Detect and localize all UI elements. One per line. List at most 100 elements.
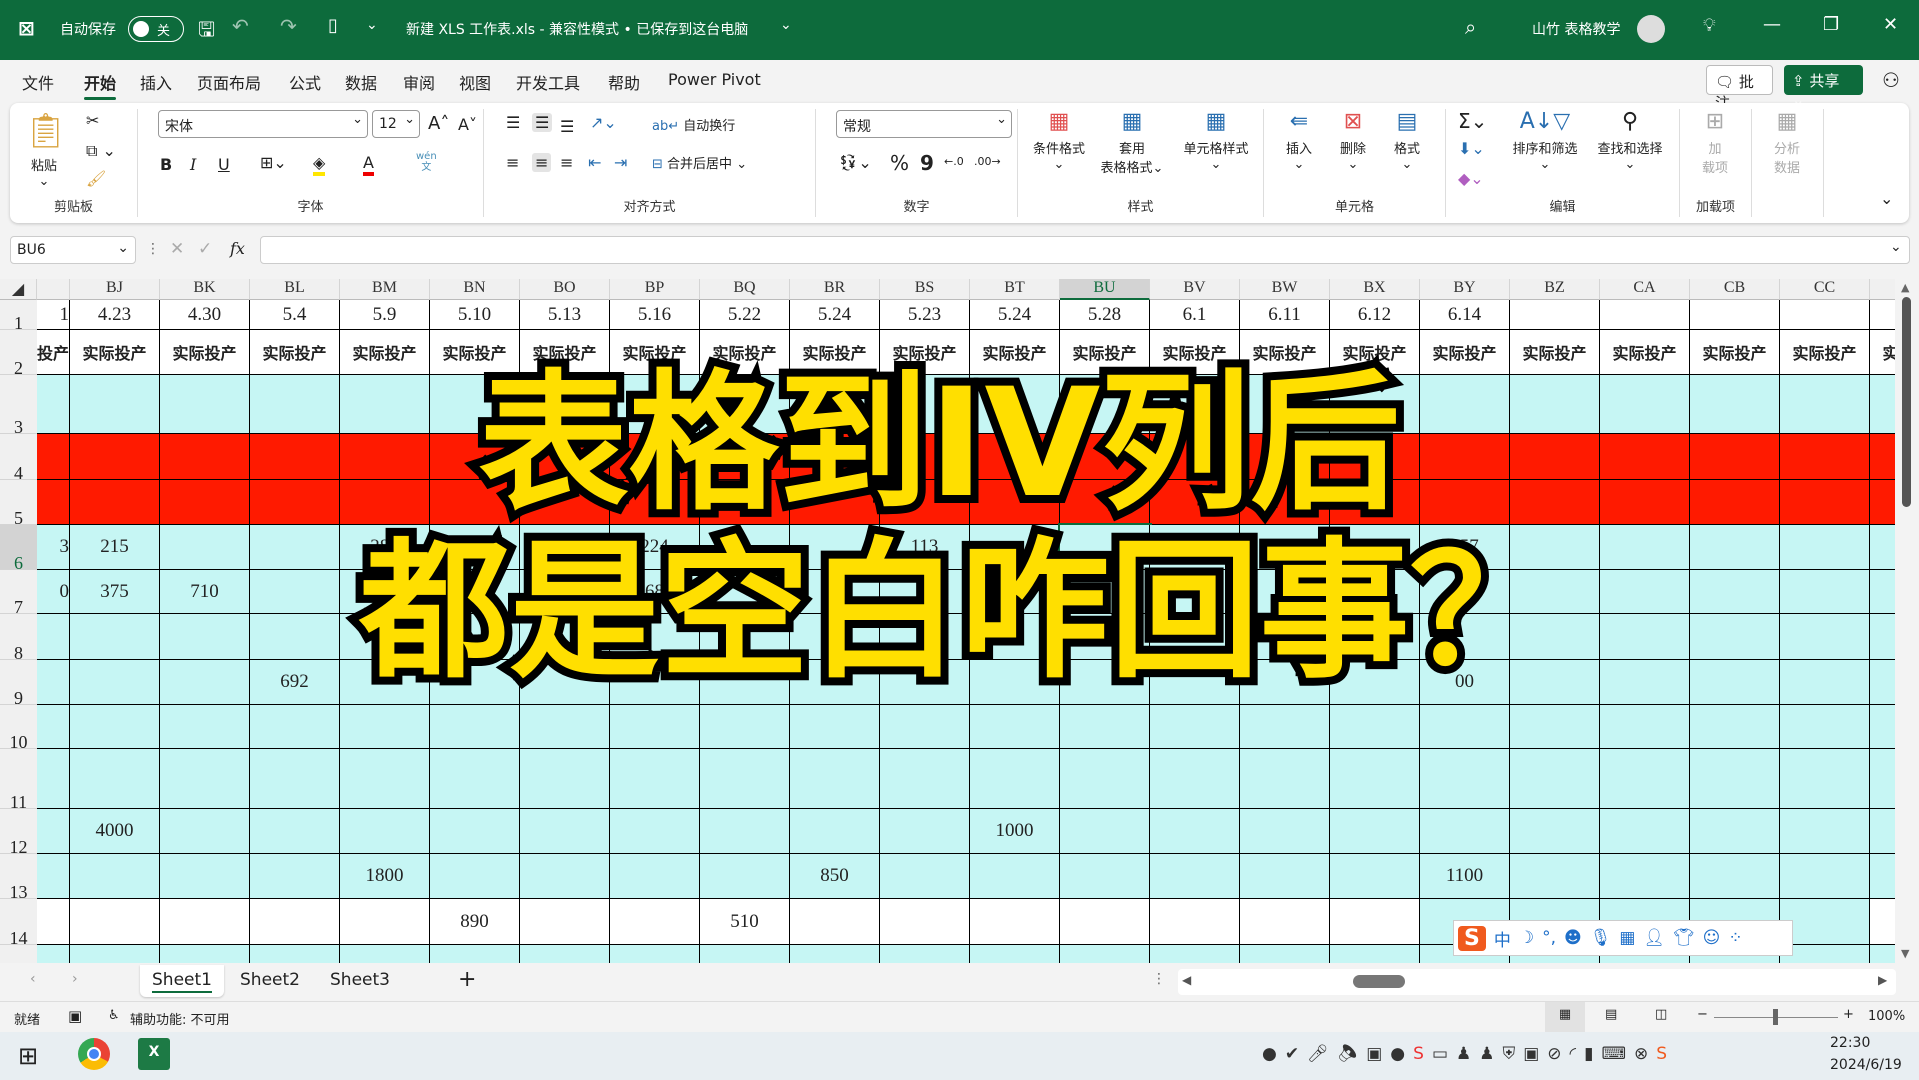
- cell-BU6[interactable]: [1058, 523, 1152, 572]
- cell-CA11[interactable]: [1600, 749, 1690, 809]
- cell-BM1[interactable]: 5.9: [340, 300, 430, 330]
- cell-BN3[interactable]: [430, 375, 520, 434]
- cell-BO4[interactable]: [520, 434, 610, 480]
- row-header-11[interactable]: 11: [0, 749, 37, 812]
- cell-BO5[interactable]: [520, 480, 610, 525]
- cell-BO15[interactable]: [520, 945, 610, 963]
- cell-BX12[interactable]: [1330, 809, 1420, 854]
- row-header-10[interactable]: 10: [0, 705, 37, 752]
- cell-BL8[interactable]: [250, 614, 340, 660]
- column-header-BV[interactable]: BV: [1150, 279, 1240, 300]
- column-header-BX[interactable]: BX: [1330, 279, 1420, 300]
- cell-BO9[interactable]: [520, 660, 610, 705]
- font-name-select[interactable]: 宋体: [158, 110, 368, 138]
- row-header-4[interactable]: 4: [0, 434, 37, 483]
- cell-BS7[interactable]: [880, 570, 970, 614]
- ime-mode[interactable]: 中: [1494, 926, 1511, 951]
- more-icon[interactable]: ⋮: [146, 241, 160, 257]
- scroll-down-icon[interactable]: ▼: [1901, 947, 1909, 960]
- cell-BR7[interactable]: [790, 570, 880, 614]
- autosave-toggle[interactable]: 关: [128, 16, 184, 42]
- excel-taskbar-icon[interactable]: X: [138, 1038, 170, 1070]
- cell-BI14[interactable]: [37, 899, 70, 945]
- cell-CA2[interactable]: 实际投产: [1600, 330, 1690, 375]
- phonetic-icon[interactable]: wén 文: [416, 151, 437, 173]
- cell-BI11[interactable]: [37, 749, 70, 809]
- cell-BT15[interactable]: [970, 945, 1060, 963]
- find-select-button[interactable]: ⚲ 查找和选择 ⌄: [1588, 109, 1672, 172]
- lightbulb-icon[interactable]: 💡︎: [1703, 15, 1716, 36]
- cell-BI4[interactable]: [37, 434, 70, 480]
- cell-BO7[interactable]: [520, 570, 610, 614]
- cell-BP9[interactable]: [610, 660, 700, 705]
- cell-BR15[interactable]: [790, 945, 880, 963]
- punctuation-icon[interactable]: °,: [1542, 928, 1556, 948]
- cut-icon[interactable]: ✂: [86, 111, 99, 130]
- tab-view[interactable]: 视图: [459, 70, 491, 94]
- cell-BU11[interactable]: [1060, 749, 1150, 809]
- cell-CD15[interactable]: [1870, 945, 1895, 963]
- increase-decimal-icon[interactable]: ←.0: [944, 155, 964, 168]
- minimize-icon[interactable]: —: [1763, 14, 1781, 35]
- cell-BN9[interactable]: [430, 660, 520, 705]
- tab-home[interactable]: 开始: [84, 70, 117, 100]
- cell-BZ13[interactable]: [1510, 854, 1600, 899]
- cell-CA3[interactable]: [1600, 375, 1690, 434]
- cell-BW13[interactable]: [1240, 854, 1330, 899]
- cell-BU8[interactable]: [1060, 614, 1150, 660]
- cell-BQ2[interactable]: 实际投产: [700, 330, 790, 375]
- decrease-font-icon[interactable]: A˅: [458, 115, 477, 134]
- cell-BV15[interactable]: [1150, 945, 1240, 963]
- cell-BZ4[interactable]: [1510, 434, 1600, 480]
- cell-BY5[interactable]: [1420, 480, 1510, 525]
- prev-sheet-icon[interactable]: ‹: [30, 971, 36, 987]
- decrease-decimal-icon[interactable]: .00→: [974, 155, 1001, 168]
- cell-BR11[interactable]: [790, 749, 880, 809]
- cell-CA5[interactable]: [1600, 480, 1690, 525]
- close-icon[interactable]: ✕: [1883, 14, 1898, 35]
- tab-data[interactable]: 数据: [345, 70, 377, 94]
- cell-BQ9[interactable]: [700, 660, 790, 705]
- cell-BW4[interactable]: [1240, 434, 1330, 480]
- cell-BY2[interactable]: 实际投产: [1420, 330, 1510, 375]
- cell-BT6[interactable]: [970, 525, 1060, 570]
- cell-BU14[interactable]: [1060, 899, 1150, 945]
- cell-CD8[interactable]: [1870, 614, 1895, 660]
- cell-BM15[interactable]: [340, 945, 430, 963]
- cell-BJ13[interactable]: [70, 854, 160, 899]
- clear-icon[interactable]: ◆⌄: [1458, 169, 1484, 188]
- collapse-ribbon-icon[interactable]: ⌄: [1880, 189, 1893, 208]
- cell-BS2[interactable]: 实际投产: [880, 330, 970, 375]
- cell-BQ4[interactable]: [700, 434, 790, 480]
- cell-BO14[interactable]: [520, 899, 610, 945]
- fill-icon[interactable]: ⬇⌄: [1458, 139, 1485, 158]
- next-sheet-icon[interactable]: ›: [72, 971, 78, 987]
- cell-BQ14[interactable]: 510: [700, 899, 790, 945]
- column-header-BJ[interactable]: BJ: [70, 279, 160, 300]
- cell-BN11[interactable]: [430, 749, 520, 809]
- cell-BZ10[interactable]: [1510, 705, 1600, 749]
- cell-BW14[interactable]: [1240, 899, 1330, 945]
- cell-BK5[interactable]: [160, 480, 250, 525]
- percent-button[interactable]: %: [890, 151, 909, 175]
- cell-CC5[interactable]: [1780, 480, 1870, 525]
- cell-BP15[interactable]: [610, 945, 700, 963]
- cell-BR8[interactable]: [790, 614, 880, 660]
- cell-BU5[interactable]: [1060, 480, 1150, 525]
- cell-BY7[interactable]: [1420, 570, 1510, 614]
- row-header-1[interactable]: 1: [0, 300, 37, 333]
- cell-BL11[interactable]: [250, 749, 340, 809]
- column-header-CC[interactable]: CC: [1780, 279, 1870, 300]
- cell-BW3[interactable]: [1240, 375, 1330, 434]
- cell-BL13[interactable]: [250, 854, 340, 899]
- cell-BJ4[interactable]: [70, 434, 160, 480]
- cell-CA13[interactable]: [1600, 854, 1690, 899]
- cell-BX14[interactable]: [1330, 899, 1420, 945]
- cell-CA6[interactable]: [1600, 525, 1690, 570]
- cell-BW15[interactable]: [1240, 945, 1330, 963]
- chrome-icon[interactable]: [78, 1038, 110, 1070]
- cell-CB9[interactable]: [1690, 660, 1780, 705]
- cell-BV8[interactable]: [1150, 614, 1240, 660]
- cell-BU13[interactable]: [1060, 854, 1150, 899]
- cell-BP10[interactable]: [610, 705, 700, 749]
